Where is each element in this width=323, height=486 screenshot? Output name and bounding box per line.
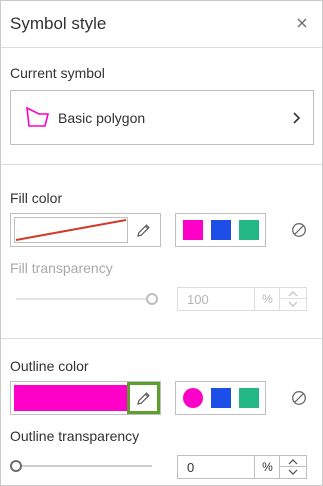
slider-track bbox=[16, 298, 152, 300]
fill-color-edit-button[interactable] bbox=[127, 214, 160, 246]
outline-transparency-value: 0 bbox=[187, 460, 195, 475]
polygon-symbol-icon bbox=[26, 106, 50, 127]
current-symbol-label: Current symbol bbox=[10, 65, 105, 81]
outline-color-edit-button[interactable] bbox=[127, 382, 160, 414]
slider-track bbox=[16, 465, 152, 467]
section-divider bbox=[1, 338, 322, 339]
no-fill-indicator bbox=[15, 219, 127, 241]
chevron-right-icon bbox=[293, 112, 301, 124]
chevron-down-icon bbox=[288, 469, 298, 475]
fill-color-field bbox=[10, 213, 161, 247]
symbol-style-panel: Symbol style Current symbol Basic polygo… bbox=[0, 0, 323, 486]
outline-recent-colors bbox=[175, 381, 266, 415]
outline-transparency-label: Outline transparency bbox=[10, 428, 140, 444]
fill-swatch-green[interactable] bbox=[239, 220, 259, 240]
fill-recent-colors bbox=[175, 213, 266, 247]
current-symbol-name: Basic polygon bbox=[58, 110, 146, 126]
outline-swatch-green[interactable] bbox=[239, 388, 259, 408]
fill-transparency-stepper bbox=[279, 288, 306, 310]
slider-thumb[interactable] bbox=[146, 293, 158, 305]
decrement-button[interactable] bbox=[280, 467, 306, 478]
section-divider bbox=[1, 164, 322, 165]
fill-swatch-blue[interactable] bbox=[211, 220, 231, 240]
outline-color-field bbox=[10, 381, 161, 415]
pencil-icon bbox=[137, 224, 150, 237]
fill-color-preview[interactable] bbox=[14, 217, 128, 243]
outline-color-preview[interactable] bbox=[14, 385, 128, 411]
outline-transparency-slider[interactable] bbox=[10, 459, 158, 473]
increment-button[interactable] bbox=[280, 288, 306, 299]
fill-transparency-label: Fill transparency bbox=[10, 260, 113, 276]
close-button[interactable] bbox=[294, 15, 310, 31]
outline-swatch-blue[interactable] bbox=[211, 388, 231, 408]
percent-suffix: % bbox=[254, 456, 280, 478]
percent-suffix: % bbox=[254, 288, 280, 310]
fill-swatch-magenta[interactable] bbox=[183, 220, 203, 240]
chevron-down-icon bbox=[288, 301, 298, 307]
outline-transparency-stepper bbox=[279, 456, 306, 478]
fill-transparency-slider[interactable] bbox=[10, 292, 158, 306]
chevron-up-icon bbox=[288, 459, 298, 465]
panel-title: Symbol style bbox=[10, 14, 107, 33]
no-color-icon[interactable] bbox=[291, 390, 307, 406]
pencil-icon bbox=[137, 392, 150, 405]
outline-swatch-magenta[interactable] bbox=[183, 388, 203, 408]
panel-header: Symbol style bbox=[1, 1, 322, 48]
close-icon bbox=[297, 18, 307, 28]
outline-color-label: Outline color bbox=[10, 358, 89, 374]
slider-thumb[interactable] bbox=[10, 460, 22, 472]
fill-transparency-value: 100 bbox=[187, 292, 209, 307]
no-color-icon[interactable] bbox=[291, 222, 307, 238]
decrement-button[interactable] bbox=[280, 299, 306, 310]
current-symbol-card[interactable]: Basic polygon bbox=[10, 90, 314, 145]
fill-transparency-input[interactable]: 100 % bbox=[177, 287, 307, 311]
chevron-up-icon bbox=[288, 291, 298, 297]
increment-button[interactable] bbox=[280, 456, 306, 467]
outline-transparency-input[interactable]: 0 % bbox=[177, 455, 307, 479]
fill-color-label: Fill color bbox=[10, 190, 63, 206]
